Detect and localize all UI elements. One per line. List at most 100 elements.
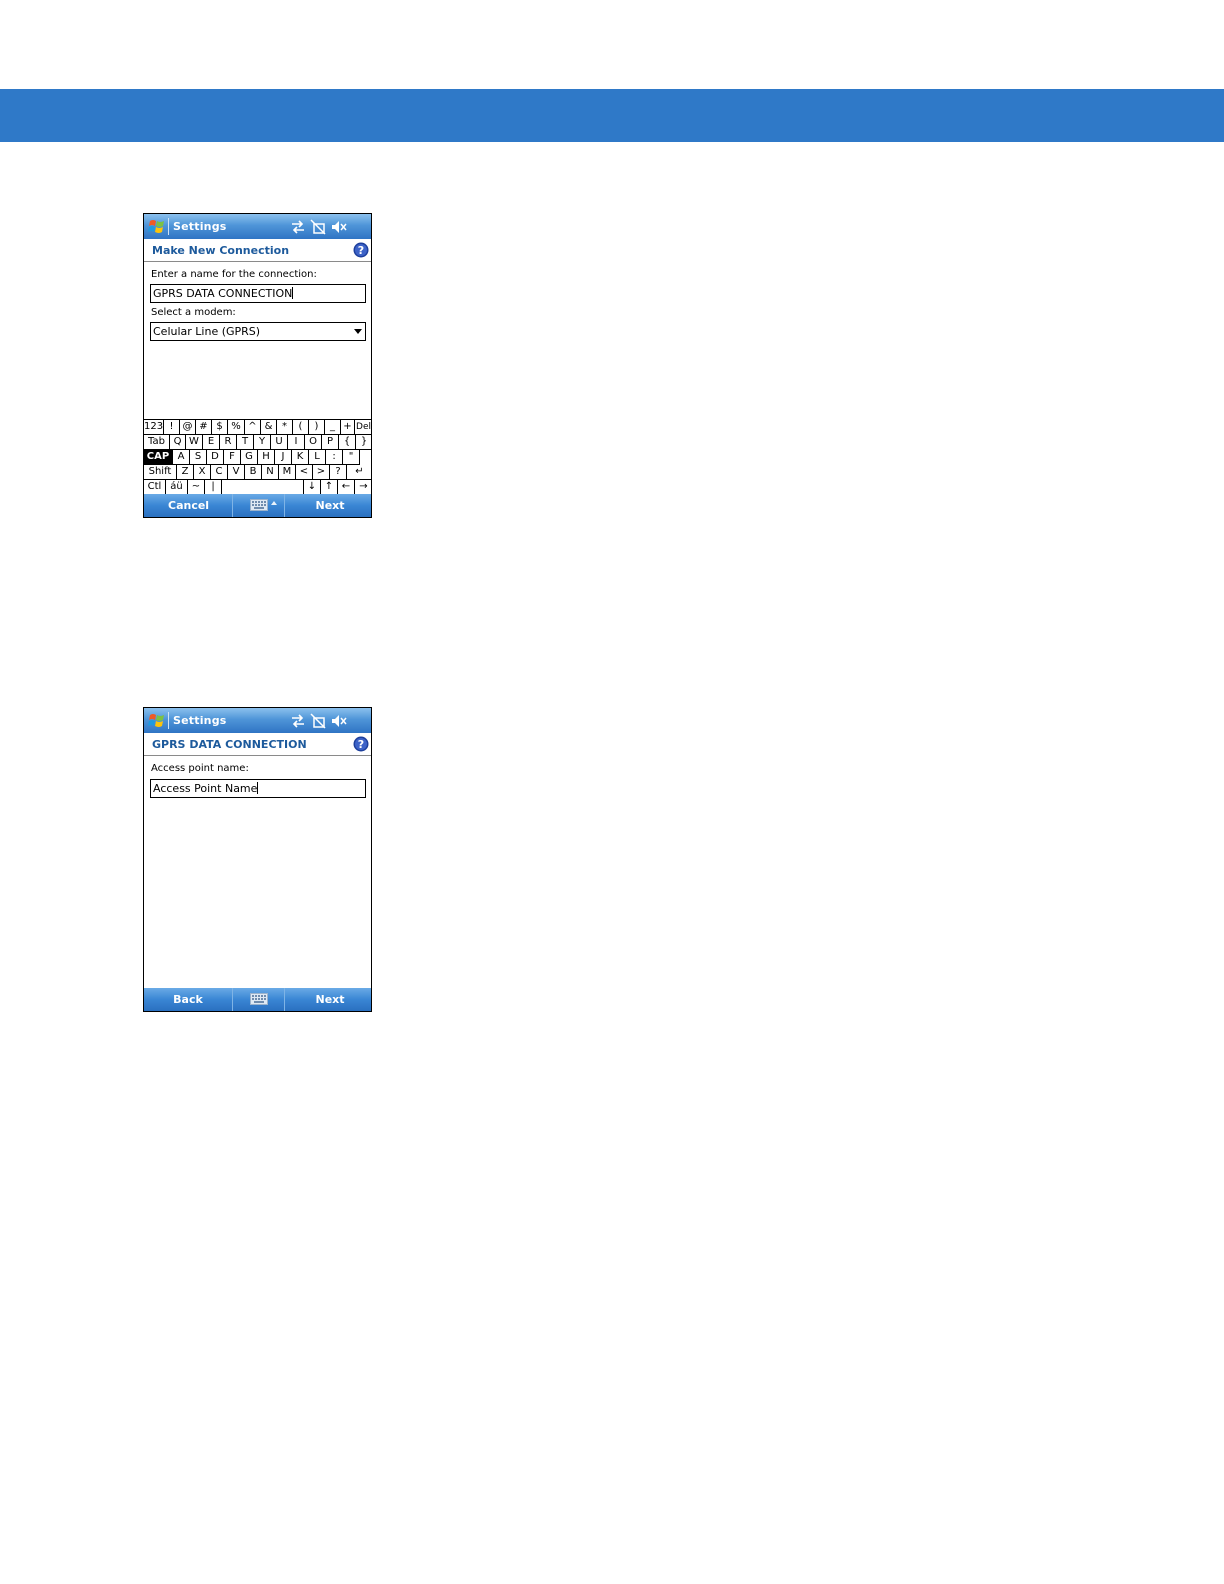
next-button[interactable]: Next <box>312 993 348 1006</box>
app-title[interactable]: Settings <box>173 220 227 233</box>
key-caps[interactable]: CAP <box>144 450 173 465</box>
key-underscore[interactable]: _ <box>325 420 341 435</box>
chevron-down-icon[interactable] <box>354 329 362 334</box>
key-del[interactable]: Del <box>355 420 371 435</box>
title-separator <box>168 218 169 235</box>
key-c[interactable]: C <box>211 465 228 480</box>
key-s[interactable]: S <box>190 450 207 465</box>
key-z[interactable]: Z <box>177 465 194 480</box>
key-arrow-up[interactable]: ↑ <box>321 480 338 495</box>
key-e[interactable]: E <box>203 435 220 450</box>
key-caret[interactable]: ^ <box>245 420 261 435</box>
key-rbrace[interactable]: } <box>356 435 371 450</box>
keyboard-row-3: CAP A S D F G H J K L : " <box>144 450 371 465</box>
key-quote[interactable]: " <box>343 450 360 465</box>
key-arrow-right[interactable]: → <box>355 480 371 495</box>
key-arrow-left[interactable]: ← <box>338 480 355 495</box>
key-tab[interactable]: Tab <box>144 435 170 450</box>
modem-select[interactable]: Celular Line (GPRS) <box>150 322 366 341</box>
key-greater-than[interactable]: > <box>313 465 330 480</box>
connection-name-input[interactable]: GPRS DATA CONNECTION <box>150 284 366 303</box>
connection-name-label: Enter a name for the connection: <box>151 269 317 280</box>
key-plus[interactable]: + <box>341 420 355 435</box>
device-screen-make-new-connection: Settings Make New Connection ? Enter a n… <box>143 213 372 518</box>
key-r[interactable]: R <box>220 435 237 450</box>
sub-header: GPRS DATA CONNECTION ? <box>144 733 371 756</box>
key-percent[interactable]: % <box>228 420 245 435</box>
key-at[interactable]: @ <box>180 420 196 435</box>
no-phone-icon[interactable] <box>310 713 326 729</box>
keyboard-icon[interactable] <box>250 993 268 1005</box>
key-accents[interactable]: áü <box>166 480 188 495</box>
key-b[interactable]: B <box>245 465 262 480</box>
key-colon[interactable]: : <box>326 450 343 465</box>
title-bar: Settings <box>144 214 371 239</box>
key-d[interactable]: D <box>207 450 224 465</box>
key-m[interactable]: M <box>279 465 296 480</box>
key-arrow-down[interactable]: ↓ <box>304 480 321 495</box>
app-title[interactable]: Settings <box>173 714 227 727</box>
modem-select-value: Celular Line (GPRS) <box>153 325 261 338</box>
chevron-up-icon[interactable] <box>271 501 277 505</box>
access-point-input[interactable]: Access Point Name <box>150 779 366 798</box>
key-u[interactable]: U <box>271 435 288 450</box>
connectivity-icon[interactable] <box>290 713 306 729</box>
keyboard-row-5: Ctl áü ~ | ↓ ↑ ← → <box>144 480 371 495</box>
connectivity-icon[interactable] <box>290 219 306 235</box>
windows-start-icon[interactable] <box>148 218 165 235</box>
speaker-muted-icon[interactable] <box>331 219 347 235</box>
key-h[interactable]: H <box>258 450 275 465</box>
key-question[interactable]: ? <box>330 465 347 480</box>
key-j[interactable]: J <box>275 450 292 465</box>
back-button[interactable]: Back <box>168 993 208 1006</box>
key-n[interactable]: N <box>262 465 279 480</box>
key-shift[interactable]: Shift <box>144 465 177 480</box>
key-ctl[interactable]: Ctl <box>144 480 166 495</box>
key-x[interactable]: X <box>194 465 211 480</box>
key-asterisk[interactable]: * <box>277 420 293 435</box>
key-enter[interactable]: ↵ <box>347 465 371 480</box>
key-f[interactable]: F <box>224 450 241 465</box>
key-w[interactable]: W <box>186 435 203 450</box>
key-pipe[interactable]: | <box>205 480 222 495</box>
key-a[interactable]: A <box>173 450 190 465</box>
svg-text:?: ? <box>358 244 364 257</box>
key-tilde[interactable]: ~ <box>188 480 205 495</box>
connection-name-value: GPRS DATA CONNECTION <box>153 287 293 300</box>
key-hash[interactable]: # <box>196 420 212 435</box>
key-less-than[interactable]: < <box>296 465 313 480</box>
key-v[interactable]: V <box>228 465 245 480</box>
key-y[interactable]: Y <box>254 435 271 450</box>
key-space[interactable] <box>222 480 304 495</box>
next-button[interactable]: Next <box>312 499 348 512</box>
no-phone-icon[interactable] <box>310 219 326 235</box>
key-ampersand[interactable]: & <box>261 420 277 435</box>
key-rparen[interactable]: ) <box>309 420 325 435</box>
key-g[interactable]: G <box>241 450 258 465</box>
keyboard-row-2: Tab Q W E R T Y U I O P { } <box>144 435 371 450</box>
device-screen-gprs-data-connection: Settings GPRS DATA CONNECTION ? Access p… <box>143 707 372 1012</box>
keyboard-row-1: 123 ! @ # $ % ^ & * ( ) _ + Del <box>144 420 371 435</box>
key-p[interactable]: P <box>322 435 339 450</box>
key-lbrace[interactable]: { <box>339 435 356 450</box>
key-k[interactable]: K <box>292 450 309 465</box>
windows-start-icon[interactable] <box>148 712 165 729</box>
key-o[interactable]: O <box>305 435 322 450</box>
page-title: GPRS DATA CONNECTION <box>152 738 307 751</box>
softkey-bar: Cancel Next <box>144 494 371 517</box>
speaker-muted-icon[interactable] <box>331 713 347 729</box>
key-t[interactable]: T <box>237 435 254 450</box>
cancel-button[interactable]: Cancel <box>168 499 209 512</box>
key-q[interactable]: Q <box>170 435 186 450</box>
key-lparen[interactable]: ( <box>293 420 309 435</box>
svg-text:?: ? <box>358 738 364 751</box>
key-l[interactable]: L <box>309 450 326 465</box>
key-exclaim[interactable]: ! <box>164 420 180 435</box>
help-icon[interactable]: ? <box>353 242 369 258</box>
key-123[interactable]: 123 <box>144 420 164 435</box>
key-dollar[interactable]: $ <box>212 420 228 435</box>
keyboard-icon[interactable] <box>250 499 268 511</box>
key-i[interactable]: I <box>288 435 305 450</box>
help-icon[interactable]: ? <box>353 736 369 752</box>
modem-label: Select a modem: <box>151 307 236 318</box>
